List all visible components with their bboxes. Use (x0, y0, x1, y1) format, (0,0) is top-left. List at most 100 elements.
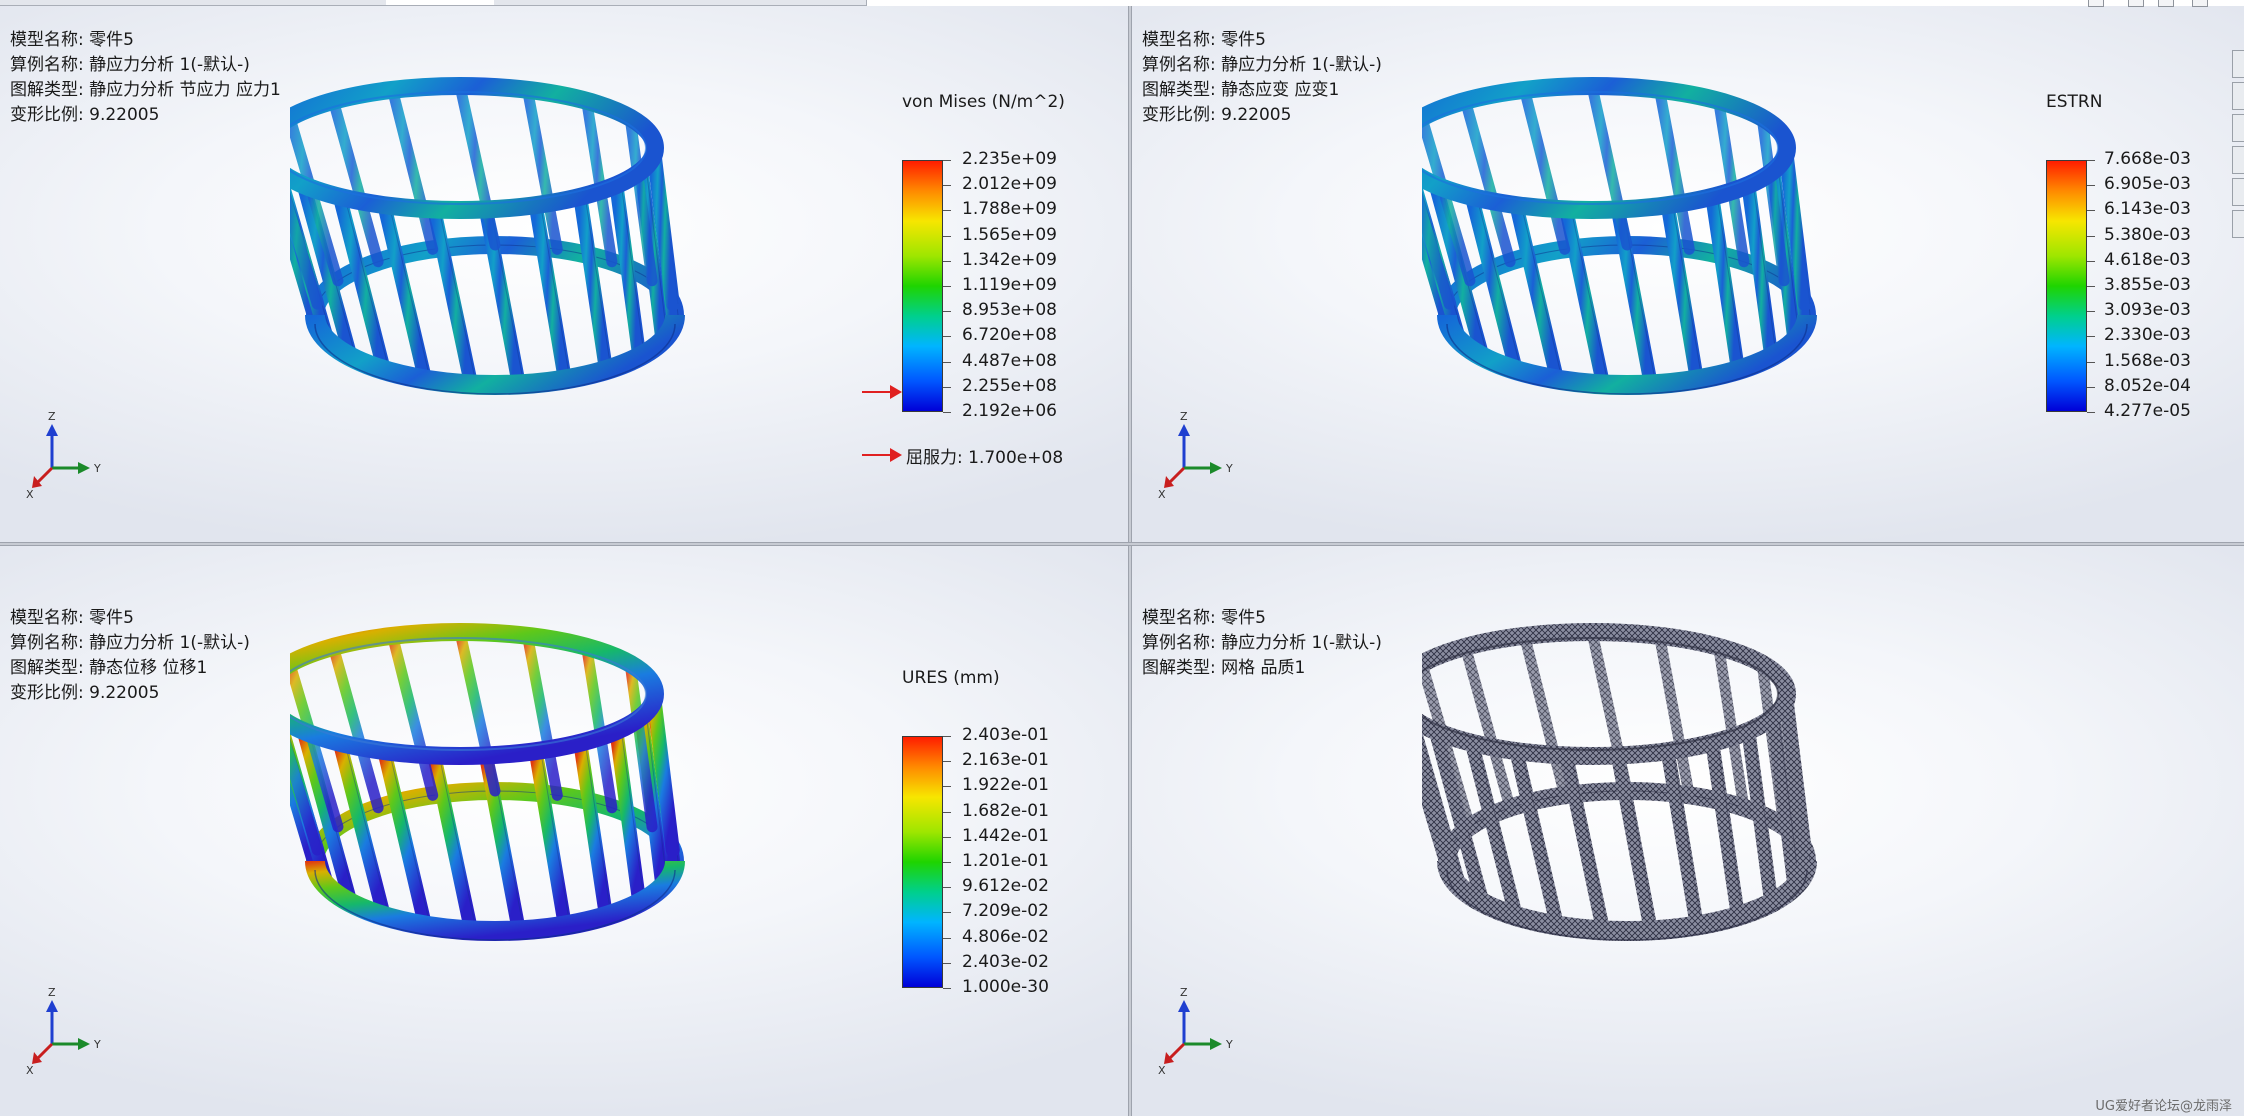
legend-tick-label: 2.255e+08 (962, 375, 1058, 396)
plot-type-text: 图解类型: 静应力分析 节应力 应力1 (10, 80, 281, 100)
document-tab-bar (0, 0, 2244, 6)
svg-text:Z: Z (48, 410, 56, 423)
legend-tick-label: 2.403e-01 (962, 725, 1049, 745)
svg-text:X: X (1158, 488, 1166, 500)
svg-text:Z: Z (1180, 986, 1188, 999)
maximize-icon[interactable] (2158, 0, 2174, 7)
legend-tick-mark (943, 210, 951, 212)
legend-tick-label: 1.342e+09 (962, 249, 1058, 270)
svg-text:Y: Y (93, 1038, 101, 1051)
document-tab[interactable] (96, 0, 387, 6)
part-model-stress[interactable] (256, 60, 690, 430)
legend-tick-mark (943, 988, 951, 989)
svg-text:Z: Z (48, 986, 56, 999)
minimize-icon[interactable] (2088, 0, 2104, 7)
study-name-text: 算例名称: 静应力分析 1(-默认-) (1142, 633, 1382, 653)
part-model-mesh[interactable] (1388, 606, 1822, 976)
legend-tick-mark (943, 761, 951, 763)
legend-tick-label: 1.682e-01 (962, 800, 1049, 821)
legend-tick-label: 2.163e-01 (962, 750, 1049, 771)
legend-title: von Mises (N/m^2) (902, 92, 1065, 112)
legend-tick-mark (2087, 386, 2095, 388)
legend-tick-label: 4.618e-03 (2104, 249, 2191, 270)
legend-tick-mark (2087, 286, 2095, 287)
yield-strength-label: 屈服力: 1.700e+08 (906, 448, 1064, 468)
deformation-scale-text: 变形比例: 9.22005 (1142, 105, 1292, 125)
legend-tick-label: 1.000e-30 (962, 977, 1049, 997)
legend-tick-mark (943, 160, 951, 161)
legend-title: URES (mm) (902, 668, 1000, 688)
legend-tick-mark (2087, 210, 2095, 212)
document-tab[interactable] (548, 0, 769, 6)
legend-tick-mark (943, 912, 951, 914)
bearing-cage-model (1388, 623, 1817, 941)
legend-tick-label: 4.487e+08 (962, 350, 1058, 371)
view-tool-button[interactable] (2232, 50, 2244, 78)
viewport-stress[interactable]: 模型名称: 零件5 算例名称: 静应力分析 1(-默认-) 图解类型: 静应力分… (0, 0, 1128, 542)
axis-triad-icon: Z Y X (1156, 410, 1246, 501)
legend-tick-label: 8.953e+08 (962, 300, 1058, 321)
right-toolbar (2232, 50, 2244, 300)
viewport-displacement[interactable]: 模型名称: 零件5 算例名称: 静应力分析 1(-默认-) 图解类型: 静态位移… (0, 546, 1128, 1116)
restore-icon[interactable] (2128, 0, 2144, 7)
bearing-cage-model (1388, 77, 1817, 395)
legend-tick-label: 2.192e+06 (962, 401, 1058, 421)
deformation-scale-text: 变形比例: 9.22005 (10, 683, 160, 703)
view-tool-button[interactable] (2232, 178, 2244, 206)
document-tab[interactable] (0, 0, 97, 6)
plot-info-block: 模型名称: 零件5 算例名称: 静应力分析 1(-默认-) 图解类型: 静态位移… (10, 606, 250, 706)
view-tool-button[interactable] (2232, 210, 2244, 238)
legend-tick-mark (943, 937, 951, 939)
bearing-cage-model (256, 623, 685, 941)
legend-tick-mark (2087, 185, 2095, 187)
legend-tick-label: 7.209e-02 (962, 901, 1049, 922)
close-icon[interactable] (2192, 0, 2208, 7)
svg-text:X: X (1158, 1064, 1166, 1076)
viewport-strain[interactable]: 模型名称: 零件5 算例名称: 静应力分析 1(-默认-) 图解类型: 静态应变… (1132, 0, 2244, 542)
legend-tick-label: 1.119e+09 (962, 275, 1058, 295)
view-tool-button[interactable] (2232, 114, 2244, 142)
legend-tick-mark (2087, 361, 2095, 363)
document-tab[interactable] (768, 0, 867, 6)
axis-triad-icon: Z Y X (24, 986, 114, 1077)
legend-tick-label: 1.568e-03 (2104, 350, 2191, 371)
legend-tick-label: 1.788e+09 (962, 199, 1058, 220)
legend-tick-mark (943, 887, 951, 889)
watermark-text: UG爱好者论坛@龙雨泽 (2095, 1099, 2232, 1114)
legend-tick-label: 6.143e-03 (2104, 199, 2191, 220)
model-name-text: 模型名称: 零件5 (10, 30, 134, 50)
legend-tick-mark (943, 412, 951, 413)
legend-tick-label: 6.720e+08 (962, 325, 1058, 346)
part-model-strain[interactable] (1388, 60, 1822, 430)
plot-type-text: 图解类型: 静态位移 位移1 (10, 658, 208, 678)
legend-tick-mark (943, 336, 951, 338)
legend-tick-mark (943, 386, 951, 388)
legend-tick-mark (2087, 235, 2095, 237)
model-name-text: 模型名称: 零件5 (10, 608, 134, 628)
svg-text:Y: Y (93, 462, 101, 475)
vertical-splitter[interactable] (1128, 0, 1132, 1116)
svg-text:Y: Y (1225, 1038, 1233, 1051)
horizontal-splitter[interactable] (0, 542, 2244, 546)
deformation-scale-text: 变形比例: 9.22005 (10, 105, 160, 125)
viewport-mesh[interactable]: 模型名称: 零件5 算例名称: 静应力分析 1(-默认-) 图解类型: 网格 品… (1132, 546, 2244, 1116)
legend-tick-mark (943, 836, 951, 838)
legend-tick-label: 2.403e-02 (962, 951, 1049, 972)
legend-tick-label: 4.806e-02 (962, 926, 1049, 947)
legend-tick-mark (2087, 336, 2095, 338)
document-tab[interactable] (494, 0, 549, 6)
legend-tick-mark (2087, 311, 2095, 313)
legend-tick-label: 2.330e-03 (2104, 325, 2191, 346)
view-tool-button[interactable] (2232, 146, 2244, 174)
legend-colorbar (902, 160, 943, 412)
legend-tick-mark (943, 736, 951, 737)
view-tool-button[interactable] (2232, 82, 2244, 110)
legend-tick-label: 1.922e-01 (962, 775, 1049, 796)
legend-tick-label: 6.905e-03 (2104, 174, 2191, 195)
plot-info-block: 模型名称: 零件5 算例名称: 静应力分析 1(-默认-) 图解类型: 静应力分… (10, 28, 281, 128)
part-model-displacement[interactable] (256, 606, 690, 976)
document-tab-active[interactable] (386, 0, 495, 6)
legend-tick-mark (943, 962, 951, 964)
legend-tick-label: 2.012e+09 (962, 174, 1058, 195)
legend-tick-label: 4.277e-05 (2104, 401, 2191, 421)
